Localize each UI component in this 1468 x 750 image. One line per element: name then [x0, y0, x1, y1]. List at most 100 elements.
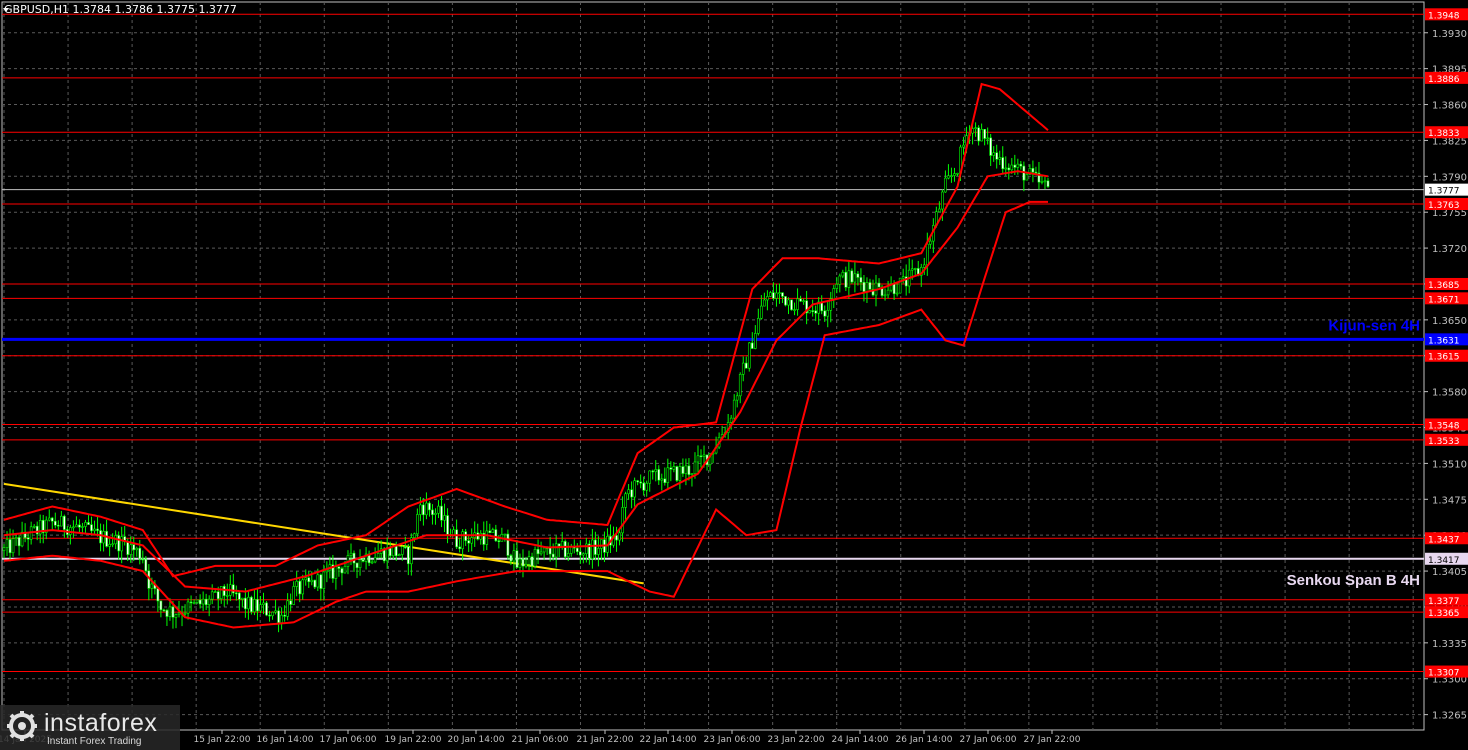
- price-chart: 1.39301.38951.38601.38251.37901.37551.37…: [0, 1, 1468, 745]
- x-tick-label: 27 Jan 06:00: [960, 735, 1017, 745]
- candle-body: [159, 600, 163, 611]
- candle-body: [702, 454, 706, 457]
- candle-body: [579, 551, 582, 556]
- candle-body: [1016, 163, 1020, 168]
- level-price-label: 1.3307: [1428, 669, 1460, 679]
- candle-body: [757, 318, 760, 334]
- candle-body: [78, 524, 81, 528]
- candle-body: [527, 556, 531, 565]
- candle-body: [799, 298, 802, 302]
- candle-body: [980, 129, 983, 142]
- candle-body: [446, 515, 449, 535]
- x-tick-label: 17 Jan 06:00: [320, 735, 377, 745]
- candle-body: [642, 482, 645, 491]
- candle-body: [274, 610, 277, 613]
- candle-body: [618, 532, 621, 541]
- symbol-label: GBPUSD,H1: [4, 3, 69, 16]
- candle-body: [343, 566, 347, 574]
- candle-body: [666, 467, 670, 483]
- candle-body: [651, 470, 655, 473]
- y-tick-label: 1.3335: [1432, 639, 1467, 650]
- candle-body: [886, 289, 890, 296]
- candle-body: [186, 601, 190, 614]
- candle-body: [533, 549, 537, 567]
- candle-body: [280, 614, 283, 623]
- candle-body: [754, 333, 757, 349]
- candle-body: [627, 489, 630, 495]
- bollinger-upper: [3, 82, 1049, 578]
- candle-body: [404, 546, 407, 548]
- candle-body: [60, 515, 63, 527]
- candle-body: [72, 526, 75, 529]
- candle-body: [286, 600, 289, 617]
- candle-body: [419, 504, 422, 515]
- candle-body: [1019, 163, 1023, 167]
- candle-body: [207, 598, 211, 605]
- candle-body: [241, 597, 244, 600]
- candle-body: [253, 599, 256, 613]
- candle-body: [373, 557, 377, 563]
- candle-body: [358, 559, 362, 569]
- candle-body: [823, 310, 827, 317]
- candle-body: [557, 543, 561, 547]
- candle-body: [301, 579, 305, 595]
- candle-body: [232, 584, 235, 594]
- candle-body: [313, 579, 317, 588]
- candle-body: [986, 137, 989, 140]
- candle-body: [156, 588, 160, 602]
- y-tick-label: 1.3405: [1432, 567, 1467, 578]
- candle-body: [729, 417, 733, 423]
- x-tick-label: 19 Jan 22:00: [385, 735, 442, 745]
- candle-body: [663, 478, 667, 483]
- candle-body: [337, 566, 341, 569]
- candle-body: [998, 157, 1002, 160]
- candle-body: [53, 520, 57, 526]
- x-tick-label: 21 Jan 06:00: [512, 735, 569, 745]
- candle-body: [847, 270, 851, 288]
- current-price-label: 1.3777: [1428, 187, 1460, 197]
- candle-body: [413, 533, 416, 538]
- candle-body: [431, 509, 434, 515]
- candle-body: [539, 551, 543, 555]
- candle-body: [542, 547, 546, 553]
- candle-body: [615, 535, 618, 541]
- level-price-label: 1.3886: [1428, 75, 1460, 85]
- candle-body: [81, 526, 84, 528]
- candle-body: [192, 602, 196, 604]
- candle-body: [551, 553, 555, 558]
- x-tick-label: 23 Jan 22:00: [768, 735, 825, 745]
- candle-body: [838, 275, 842, 285]
- candle-body: [129, 544, 133, 555]
- candle-body: [741, 362, 745, 375]
- candle-body: [298, 580, 301, 595]
- candle-body: [518, 558, 522, 568]
- candle-body: [790, 299, 793, 311]
- candle-body: [189, 601, 193, 604]
- level-price-label: 1.3948: [1428, 11, 1460, 21]
- candle-body: [506, 533, 510, 556]
- price-axis: 1.39301.38951.38601.38251.37901.37551.37…: [1424, 8, 1468, 722]
- candle-body: [699, 455, 703, 458]
- candle-body: [624, 493, 627, 508]
- candle-body: [732, 399, 736, 419]
- candle-body: [503, 533, 507, 536]
- candle-body: [5, 539, 9, 548]
- candle-body: [844, 271, 848, 288]
- senkou-price-label: 1.3417: [1428, 556, 1460, 566]
- candle-body: [235, 592, 238, 595]
- quotes-label: 1.3784 1.3786 1.3775 1.3777: [72, 3, 237, 16]
- candle-body: [760, 305, 763, 319]
- candle-body: [962, 144, 965, 148]
- candle-body: [594, 539, 597, 555]
- candle-body: [814, 310, 817, 314]
- candle-body: [956, 172, 959, 175]
- candle-body: [265, 602, 268, 616]
- candle-body: [687, 465, 691, 475]
- candle-body: [87, 522, 90, 525]
- candle-body: [892, 283, 896, 295]
- candle-body: [859, 277, 863, 283]
- x-tick-label: 26 Jan 14:00: [896, 735, 953, 745]
- candle-body: [853, 273, 857, 283]
- candle-body: [11, 538, 15, 554]
- candle-body: [238, 592, 241, 600]
